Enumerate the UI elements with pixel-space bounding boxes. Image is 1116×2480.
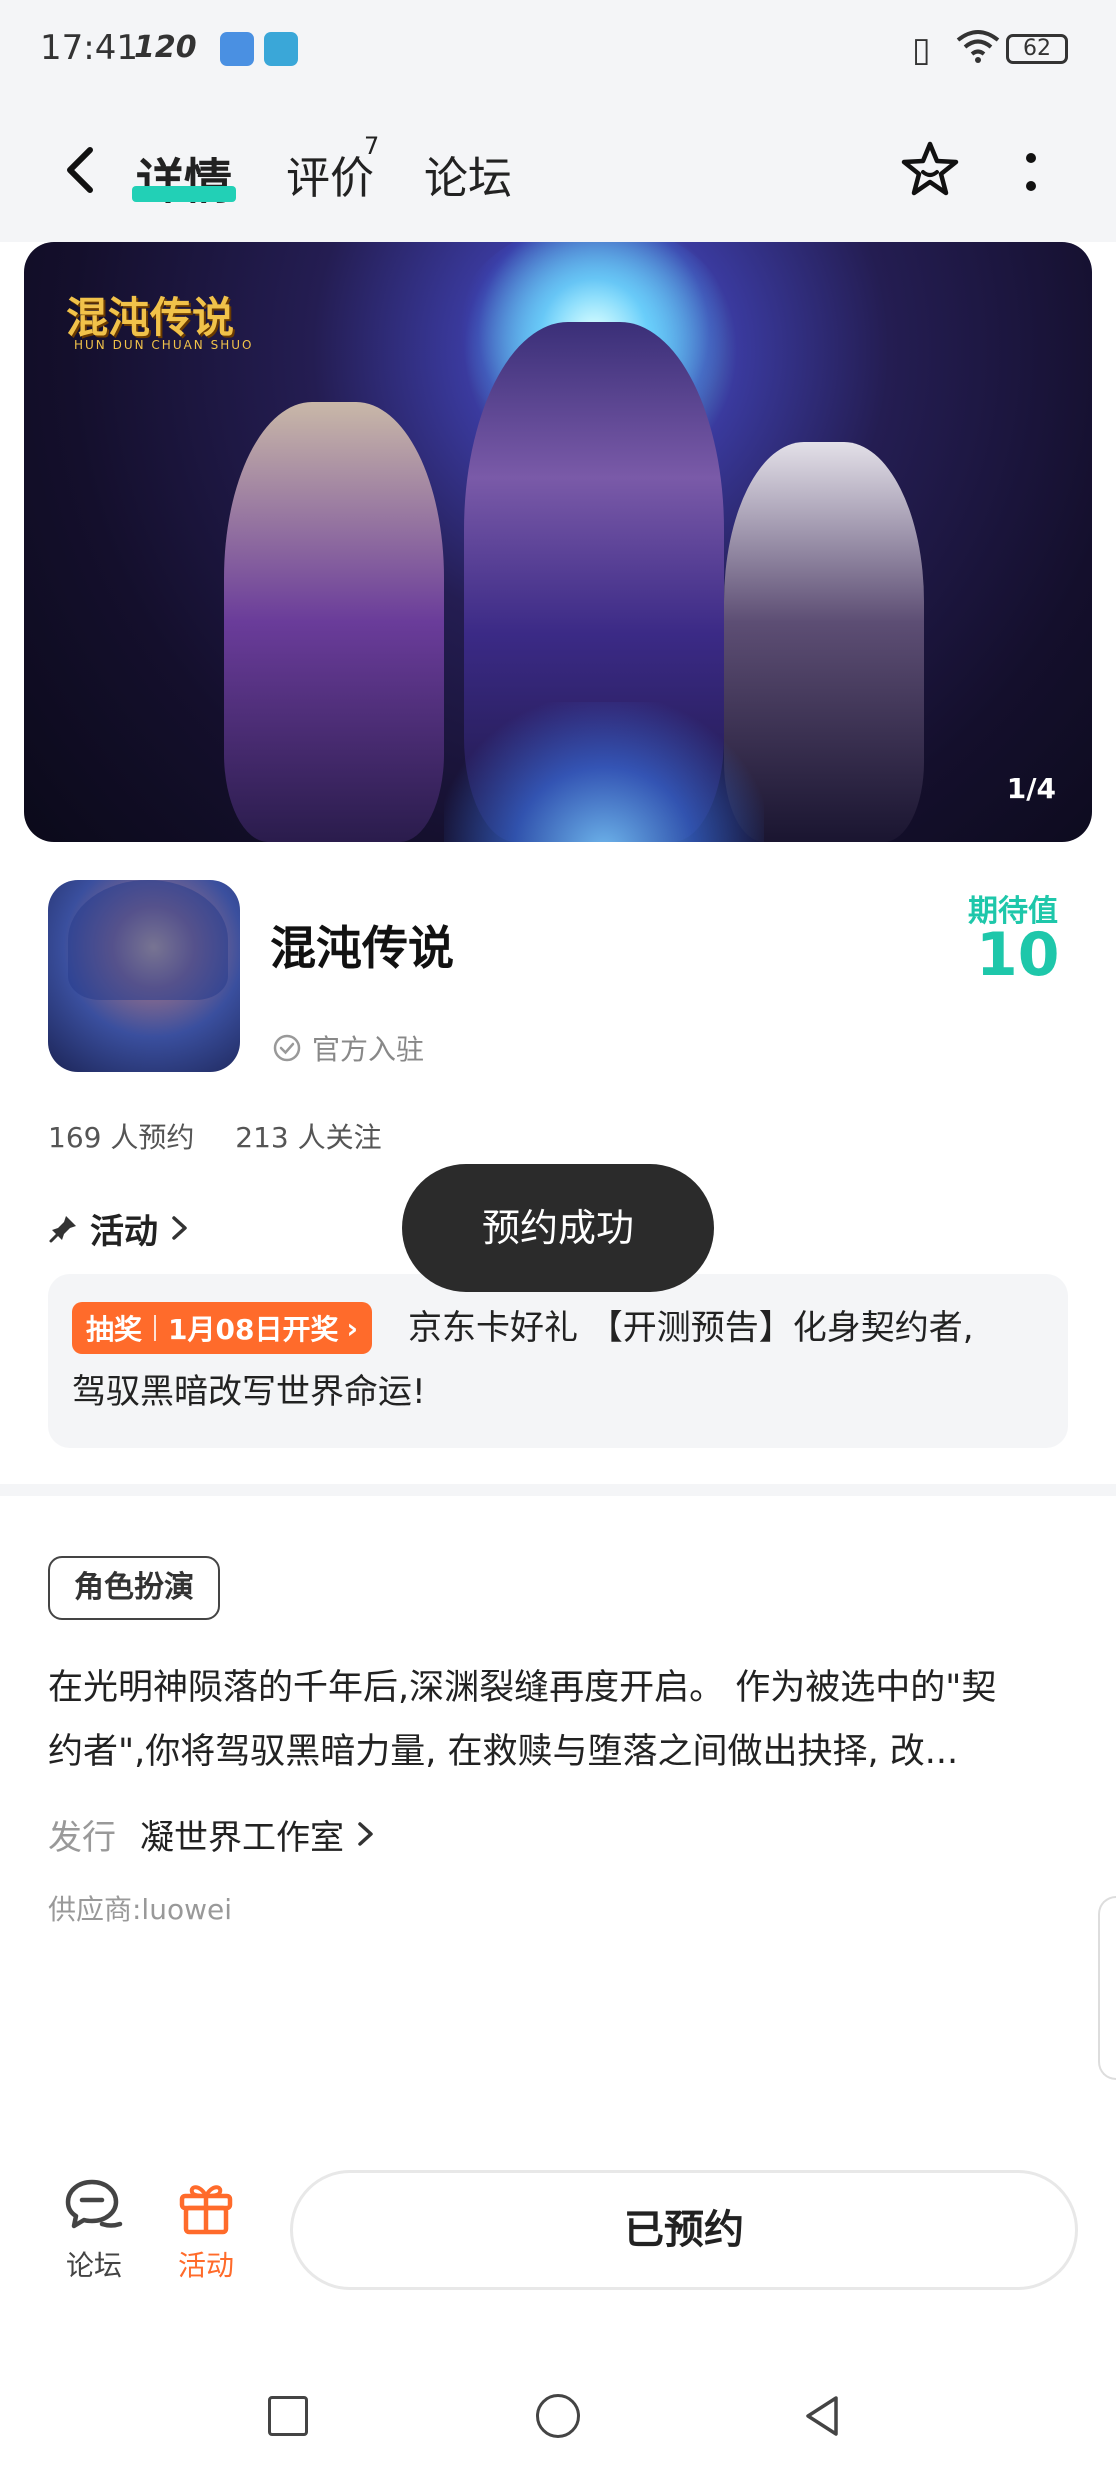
- game-stats: 169 人预约 213 人关注: [48, 1116, 414, 1156]
- chevron-right-icon: [172, 1216, 187, 1240]
- banner-art-flames: [444, 702, 764, 842]
- genre-tag[interactable]: 角色扮演: [48, 1556, 220, 1620]
- reserved-button[interactable]: 已预约: [290, 2170, 1078, 2290]
- chevron-right-icon: [358, 1822, 373, 1846]
- tab-forum[interactable]: 论坛: [424, 142, 512, 206]
- lottery-tag-date: 1月08日开奖: [168, 1313, 339, 1346]
- game-app-icon: [48, 880, 240, 1072]
- tab-review[interactable]: 评价: [286, 142, 374, 206]
- forum-chat-icon: [65, 2179, 123, 2229]
- activity-section-header[interactable]: 活动: [48, 1204, 192, 1252]
- description-line: 在光明神陨落的千年后,深渊裂缝再度开启。 作为被选中的"契: [48, 1668, 997, 1708]
- game-banner-carousel[interactable]: 混沌传说 HUN DUN CHUAN SHUO 1/4: [24, 242, 1092, 842]
- bottom-tab-forum[interactable]: 论坛: [44, 2174, 144, 2284]
- top-nav: 详情 评价 7 论坛: [0, 100, 1116, 242]
- status-time: 17:41: [40, 28, 138, 68]
- recent-apps-icon[interactable]: [268, 2396, 308, 2436]
- favorite-star-icon[interactable]: [898, 138, 962, 202]
- banner-page-indicator: 1/4: [1006, 772, 1056, 805]
- active-tab-indicator: [132, 186, 236, 202]
- activity-section-title: 活动: [90, 1211, 158, 1252]
- game-description[interactable]: 在光明神陨落的千年后,深渊裂缝再度开启。 作为被选中的"契 约者",你将驾驭黑暗…: [48, 1656, 1068, 1784]
- notification-app-icon: [264, 32, 298, 66]
- lottery-tag-divider: [154, 1315, 157, 1341]
- lottery-tag-type: 抽奖: [86, 1313, 143, 1346]
- banner-game-logo: 混沌传说: [66, 293, 235, 342]
- bottom-action-bar: 论坛 活动 已预约: [0, 2150, 1116, 2310]
- publisher-name: 凝世界工作室: [140, 1817, 344, 1858]
- chevron-right-icon: ›: [346, 1311, 359, 1345]
- official-badge: 官方入驻: [272, 1028, 424, 1068]
- system-navigation-bar: [0, 2330, 1116, 2480]
- back-icon[interactable]: [52, 140, 112, 200]
- publisher-label: 发行: [48, 1817, 116, 1858]
- lottery-tag: 抽奖 1月08日开奖 ›: [72, 1302, 373, 1354]
- bottom-tab-activity-label: 活动: [177, 2249, 234, 2282]
- battery-indicator: 62: [1006, 34, 1068, 64]
- banner-game-logo-subtext: HUN DUN CHUAN SHUO: [74, 338, 254, 352]
- status-bar: 17:41 120 ▯ 62: [0, 0, 1116, 100]
- toast-message: 预约成功: [402, 1164, 714, 1292]
- pin-icon: [49, 1216, 76, 1243]
- review-count-badge: 7: [364, 132, 380, 160]
- activity-text: 驾驭黑暗改写世界命运!: [72, 1372, 426, 1412]
- game-title: 混沌传说: [270, 921, 454, 975]
- more-options-icon[interactable]: [1016, 148, 1046, 198]
- verified-check-icon: [273, 1034, 301, 1062]
- supplier-info: 供应商:luowei: [48, 1893, 232, 1926]
- notification-app-icon: [220, 32, 254, 66]
- home-icon[interactable]: [536, 2394, 580, 2438]
- system-back-icon[interactable]: [800, 2392, 844, 2440]
- description-line: 约者",你将驾驭黑暗力量, 在救赎与堕落之间做出抉择, 改...: [48, 1732, 959, 1772]
- activity-text: 京东卡好礼 【开测预告】化身契约者,: [408, 1308, 974, 1348]
- publisher-row[interactable]: 发行 凝世界工作室: [48, 1806, 378, 1862]
- expectation-value: 10: [976, 920, 1060, 990]
- banner-art-character: [224, 402, 444, 842]
- game-icon-art: [68, 880, 228, 1000]
- bottom-tab-forum-label: 论坛: [65, 2249, 122, 2282]
- follower-count: 213 人关注: [235, 1121, 382, 1154]
- section-divider: [0, 1484, 1116, 1496]
- bottom-tab-activity[interactable]: 活动: [156, 2174, 256, 2284]
- side-floating-handle[interactable]: [1098, 1896, 1116, 2080]
- gift-icon: [179, 2185, 233, 2235]
- refresh-rate-indicator: 120: [134, 30, 197, 65]
- vibrate-icon: ▯: [912, 30, 931, 70]
- reservation-count: 169 人预约: [48, 1121, 195, 1154]
- activity-card[interactable]: 抽奖 1月08日开奖 › 京东卡好礼 【开测预告】化身契约者, 驾驭黑暗改写世界…: [48, 1274, 1068, 1448]
- official-badge-label: 官方入驻: [312, 1033, 425, 1066]
- wifi-icon: [956, 30, 1000, 63]
